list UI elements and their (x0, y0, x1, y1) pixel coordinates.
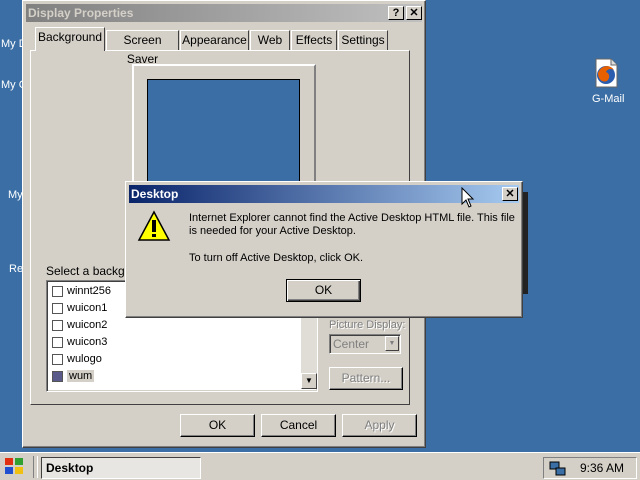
taskbar-grip[interactable] (33, 456, 38, 478)
apply-button[interactable]: Apply (342, 414, 417, 437)
start-button[interactable] (2, 456, 28, 478)
clock[interactable]: 9:36 AM (580, 461, 624, 475)
list-item[interactable]: wulogo (52, 351, 102, 367)
select-background-label: Select a backgro (46, 264, 136, 278)
scroll-down-arrow-icon[interactable]: ▼ (301, 373, 317, 389)
desktop-icon-label-my-network[interactable]: My (8, 189, 23, 201)
gmail-desktop-label[interactable]: G-Mail (592, 93, 624, 105)
warning-icon (137, 210, 171, 241)
picture-display-label: Picture Display: (329, 319, 406, 331)
dialog-message-main: Internet Explorer cannot find the Active… (189, 212, 515, 237)
bitmap-file-icon (52, 285, 63, 297)
system-tray: 9:36 AM (543, 457, 637, 479)
dialog-close-button[interactable]: ✕ (502, 187, 518, 201)
dialog-message-secondary: To turn off Active Desktop, click OK. (189, 252, 364, 264)
tab-effects[interactable]: Effects (291, 30, 337, 50)
close-button[interactable]: ✕ (406, 6, 422, 20)
taskbar-button-desktop[interactable]: Desktop (41, 457, 201, 479)
list-item[interactable]: winnt256 (52, 283, 111, 299)
display-properties-titlebar[interactable]: Display Properties (26, 4, 422, 22)
dialog-ok-button[interactable]: OK (286, 279, 361, 302)
bitmap-file-icon (52, 353, 63, 365)
picture-display-value: Center (333, 337, 370, 351)
list-item-selected[interactable]: wum (52, 368, 95, 384)
monitor-preview-screen (147, 79, 300, 189)
tab-background[interactable]: Background (35, 27, 105, 51)
window-title: Display Properties (28, 6, 134, 20)
pattern-button[interactable]: Pattern... (329, 367, 403, 390)
bitmap-file-icon (52, 319, 63, 331)
picture-display-select[interactable]: Center ▼ (329, 334, 401, 354)
tab-settings[interactable]: Settings (338, 30, 388, 50)
help-button[interactable]: ? (388, 6, 404, 20)
tab-screen-saver[interactable]: Screen Saver (106, 30, 179, 66)
network-icon[interactable] (549, 461, 567, 477)
image-file-icon (52, 370, 63, 382)
chevron-down-icon[interactable]: ▼ (385, 336, 399, 351)
tab-web[interactable]: Web (250, 30, 290, 50)
firefox-document-icon (595, 58, 618, 88)
taskbar: Desktop 9:36 AM (0, 452, 640, 480)
dialog-title: Desktop (131, 187, 179, 201)
ok-button[interactable]: OK (180, 414, 255, 437)
tab-appearance[interactable]: Appearance (180, 30, 249, 50)
bitmap-file-icon (52, 336, 63, 348)
mouse-cursor-icon (461, 187, 475, 208)
list-item[interactable]: wuicon1 (52, 300, 107, 316)
cancel-button[interactable]: Cancel (261, 414, 336, 437)
windows-logo-icon (5, 458, 23, 474)
desktop-icon-label-recycle-bin[interactable]: Re (9, 263, 23, 275)
bitmap-file-icon (52, 302, 63, 314)
gmail-desktop-icon[interactable] (592, 58, 620, 88)
list-item[interactable]: wuicon3 (52, 334, 107, 350)
list-item[interactable]: wuicon2 (52, 317, 107, 333)
